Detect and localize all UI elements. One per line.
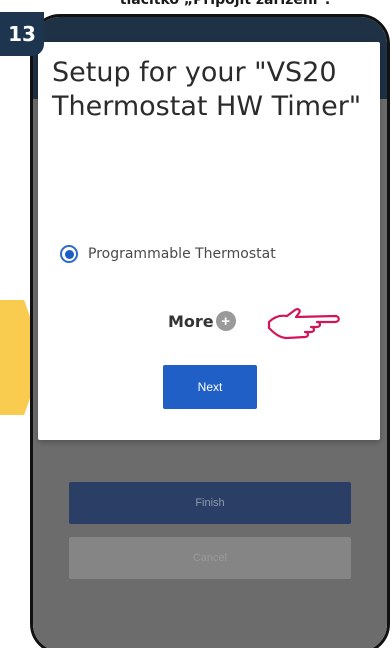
- next-button[interactable]: Next: [163, 365, 257, 409]
- option-programmable-thermostat[interactable]: Programmable Thermostat: [60, 242, 276, 266]
- plus-icon[interactable]: +: [215, 311, 236, 331]
- radio-button[interactable]: [60, 245, 78, 263]
- instruction-caption: tlačítko „Připojit zařízení".: [119, 0, 331, 8]
- finish-button[interactable]: Finish: [69, 482, 351, 524]
- pointing-hand-icon: [267, 308, 340, 340]
- dialog-title: Setup for your "VS20 Thermostat HW Timer…: [52, 57, 362, 122]
- setup-dialog: Setup for your "VS20 Thermostat HW Timer…: [38, 42, 380, 440]
- more-toggle[interactable]: More +: [168, 308, 236, 334]
- option-label: Programmable Thermostat: [88, 246, 276, 262]
- radio-selected-dot: [64, 249, 74, 259]
- more-label: More: [168, 311, 214, 331]
- cancel-button[interactable]: Cancel: [69, 537, 351, 579]
- step-number-badge: 13: [0, 12, 44, 56]
